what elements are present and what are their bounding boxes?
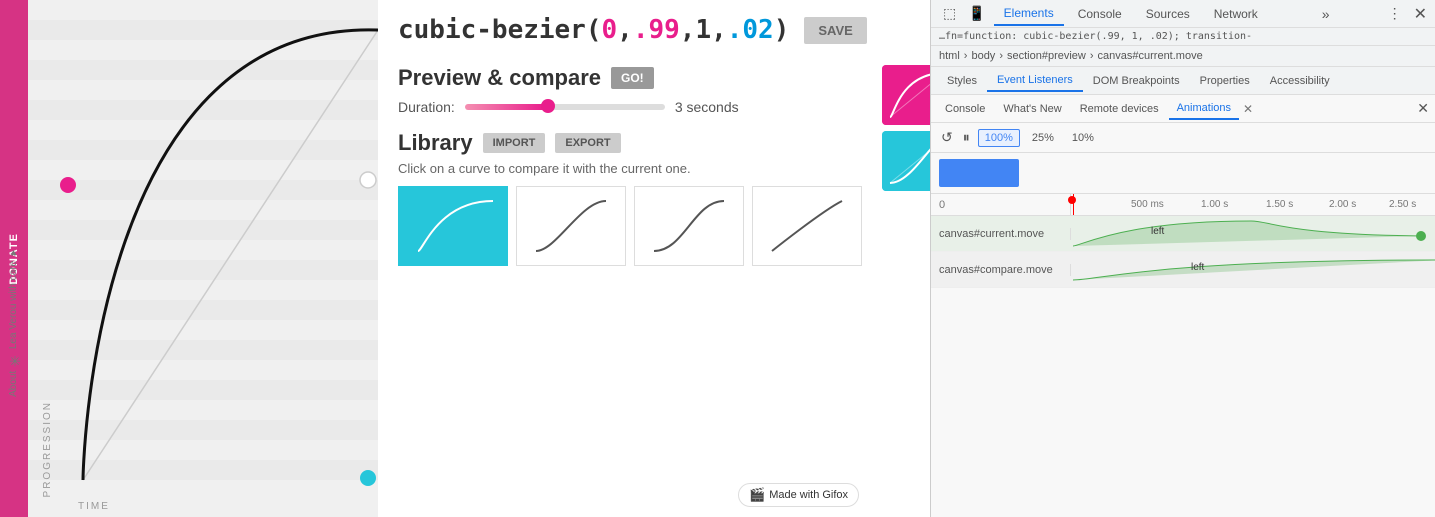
timeline-text-2: left	[1191, 262, 1204, 273]
lib-curve-2	[526, 191, 616, 261]
speed-25-button[interactable]: 25%	[1026, 130, 1060, 146]
drawer-whats-new-tab[interactable]: What's New	[995, 99, 1069, 119]
drawer-remote-devices-tab[interactable]: Remote devices	[1072, 99, 1167, 119]
preview-curve-teal	[882, 131, 930, 191]
timeline-bar-area-1[interactable]: left	[1071, 216, 1435, 251]
tab-styles[interactable]: Styles	[937, 71, 987, 91]
library-items	[398, 186, 862, 266]
anim-controls: ↺ ⏸ 100% 25% 10%	[931, 123, 1435, 153]
devtools-panel: ⬚ 📱 Elements Console Sources Network » ⋮…	[930, 0, 1435, 517]
bezier-background	[28, 0, 383, 517]
tab-network[interactable]: Network	[1204, 3, 1268, 25]
controls-inner: Preview & compare GO! Duration: 3 second…	[398, 65, 910, 266]
bezier-canvas-area: PROGRESSION TIME	[28, 0, 388, 517]
console-drawer: Console What's New Remote devices Animat…	[931, 95, 1435, 123]
lib-curve-1	[408, 191, 498, 261]
library-item-1[interactable]	[398, 186, 508, 266]
devtools-topbar: ⬚ 📱 Elements Console Sources Network » ⋮…	[931, 0, 1435, 28]
duration-thumb[interactable]	[541, 99, 555, 113]
anim-preview-area	[931, 153, 1435, 194]
formula-header: cubic-bezier(0,.99,1,.02) SAVE	[398, 15, 910, 45]
library-desc: Click on a curve to compare it with the …	[398, 161, 862, 176]
devtools-menu-button[interactable]: ⋮	[1384, 3, 1406, 24]
preview-curve-pink	[882, 65, 930, 125]
drawer-close-button[interactable]: ✕	[1417, 100, 1429, 117]
controls-panel: cubic-bezier(0,.99,1,.02) SAVE Preview &…	[378, 0, 930, 517]
preview-card-pink[interactable]	[882, 65, 930, 125]
sidebar: DONATE About ✳ Lea Verou with care ♥	[0, 0, 28, 517]
tab-dom-breakpoints[interactable]: DOM Breakpoints	[1083, 71, 1190, 91]
timeline-label-2: canvas#compare.move	[931, 264, 1071, 276]
preview-thumbnails	[882, 65, 930, 266]
tab-accessibility[interactable]: Accessibility	[1260, 71, 1340, 91]
about-link[interactable]: About ✳ Lea Verou with care ♥	[6, 247, 22, 397]
playhead-dot	[1068, 196, 1076, 204]
duration-row: Duration: 3 seconds	[398, 99, 862, 115]
save-button[interactable]: SAVE	[804, 17, 866, 44]
time-marker-500: 500 ms	[1131, 199, 1164, 210]
timeline-curve-2	[1071, 252, 1435, 288]
main-content: PROGRESSION TIME cubic-bezier(0,.99,1,.0…	[28, 0, 930, 517]
tab-elements[interactable]: Elements	[994, 2, 1064, 26]
tab-sources[interactable]: Sources	[1136, 3, 1200, 25]
export-button[interactable]: EXPORT	[555, 133, 620, 153]
library-item-3[interactable]	[634, 186, 744, 266]
library-title: Library IMPORT EXPORT	[398, 130, 862, 156]
speed-100-button[interactable]: 100%	[978, 129, 1020, 147]
gifox-badge: 🎬 Made with Gifox	[738, 483, 859, 507]
time-label: TIME	[78, 501, 110, 512]
code-snippet: …fn=function: cubic-bezier(.99, 1, .02);…	[931, 28, 1435, 46]
timeline-label-1: canvas#current.move	[931, 228, 1071, 240]
play-pause-button[interactable]: ⏸	[961, 127, 972, 148]
breadcrumb-canvas[interactable]: canvas#current.move	[1098, 50, 1203, 62]
animations-close-icon[interactable]: ✕	[1243, 102, 1253, 116]
breadcrumb-html[interactable]: html	[939, 50, 960, 62]
timeline-bar-area-2[interactable]: left	[1071, 252, 1435, 287]
speed-10-button[interactable]: 10%	[1066, 130, 1100, 146]
timeline-curve-1	[1071, 216, 1435, 252]
secondary-tabs: Styles Event Listeners DOM Breakpoints P…	[931, 67, 1435, 95]
timeline-time-col[interactable]: 500 ms 1.00 s 1.50 s 2.00 s 2.50 s 3.00 …	[1071, 194, 1435, 215]
anim-preview-box	[939, 159, 1019, 187]
breadcrumb-bar: html › body › section#preview › canvas#c…	[931, 46, 1435, 67]
preview-section: Preview & compare GO! Duration: 3 second…	[398, 65, 862, 266]
tab-event-listeners[interactable]: Event Listeners	[987, 70, 1083, 92]
import-button[interactable]: IMPORT	[483, 133, 546, 153]
drawer-animations-tab[interactable]: Animations	[1169, 98, 1239, 120]
preview-card-teal[interactable]	[882, 131, 930, 191]
library-item-2[interactable]	[516, 186, 626, 266]
breadcrumb-body[interactable]: body	[971, 50, 995, 62]
timeline-row-1: canvas#current.move left	[931, 216, 1435, 252]
replay-button[interactable]: ↺	[939, 127, 955, 148]
mobile-icon-button[interactable]: 📱	[964, 3, 989, 24]
formula-display: cubic-bezier(0,.99,1,.02)	[398, 15, 789, 45]
drawer-console-tab[interactable]: Console	[937, 99, 993, 119]
lib-curve-3	[644, 191, 734, 261]
tab-console[interactable]: Console	[1068, 3, 1132, 25]
lib-curve-4	[762, 191, 852, 261]
tab-properties[interactable]: Properties	[1190, 71, 1260, 91]
timeline-text-1: left	[1151, 226, 1164, 237]
timeline-area: 0 500 ms 1.00 s 1.50 s 2.00 s 2.50 s 3.0…	[931, 194, 1435, 517]
preview-title: Preview & compare GO!	[398, 65, 862, 91]
library-item-4[interactable]	[752, 186, 862, 266]
timeline-label-col: 0	[931, 194, 1071, 215]
time-marker-1-5s: 1.50 s	[1266, 199, 1293, 210]
breadcrumb-section[interactable]: section#preview	[1007, 50, 1086, 62]
more-tabs-button[interactable]: »	[1322, 6, 1330, 22]
time-marker-2-5s: 2.50 s	[1389, 199, 1416, 210]
time-marker-2s: 2.00 s	[1329, 199, 1356, 210]
go-button[interactable]: GO!	[611, 67, 654, 89]
devtools-close-button[interactable]: ✕	[1414, 4, 1427, 24]
duration-slider[interactable]	[465, 104, 665, 110]
timeline-row-2: canvas#compare.move left	[931, 252, 1435, 288]
progression-label: PROGRESSION	[42, 401, 53, 497]
inspect-icon-button[interactable]: ⬚	[939, 3, 960, 24]
time-marker-1s: 1.00 s	[1201, 199, 1228, 210]
time-zero: 0	[939, 199, 945, 211]
timeline-header: 0 500 ms 1.00 s 1.50 s 2.00 s 2.50 s 3.0…	[931, 194, 1435, 216]
